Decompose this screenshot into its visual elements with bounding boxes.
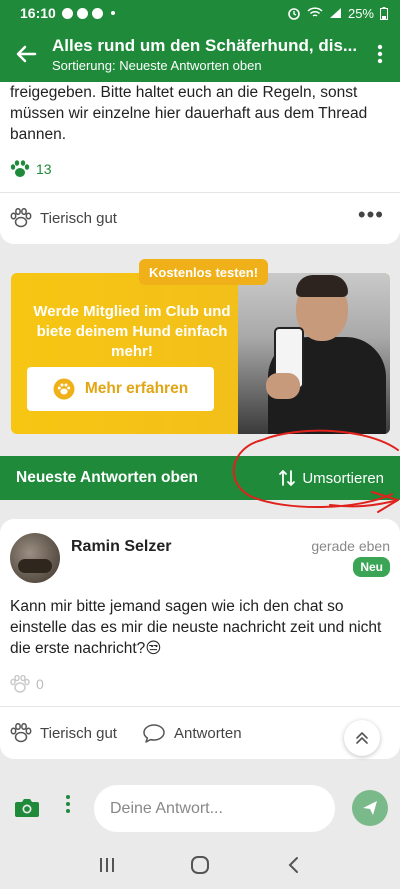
mehr-erfahren-label: Mehr erfahren (84, 380, 189, 397)
messenger-icon (61, 7, 73, 19)
kostenlos-testen-badge: Kostenlos testen! (139, 259, 269, 285)
paw-icon (10, 160, 30, 177)
ad-photo (238, 273, 390, 434)
tierisch-gut-label: Tierisch gut (40, 724, 117, 742)
sort-title: Neueste Antworten oben (16, 469, 198, 486)
recent-apps-icon (99, 857, 114, 872)
new-badge: Neu (353, 557, 390, 577)
status-bar: 16:10 25% (0, 0, 400, 26)
alarm-icon (288, 8, 300, 20)
double-chevron-up-icon (356, 732, 368, 744)
mehr-erfahren-button[interactable]: Mehr erfahren (27, 367, 214, 411)
previous-post-text: freigegeben. Bitte haltet euch an die Re… (10, 84, 368, 143)
home-icon (190, 855, 209, 874)
ad-photo-hand (266, 373, 300, 399)
attach-menu-button[interactable] (64, 795, 72, 813)
paw-outline-icon (10, 208, 32, 228)
reply-composer (0, 778, 400, 840)
recent-apps-button[interactable] (87, 845, 127, 885)
back-button[interactable] (0, 26, 52, 82)
speech-bubble-icon (143, 724, 165, 743)
ad-headline: Werde Mitglied im Club und biete deinem … (33, 303, 231, 360)
author-name[interactable]: Ramin Selzer (71, 538, 171, 556)
more-options-button[interactable]: ••• (358, 202, 384, 228)
status-time: 16:10 (20, 5, 56, 21)
sort-subtitle: Sortierung: Neueste Antworten oben (52, 57, 262, 73)
likes-count: 0 (36, 676, 44, 692)
back-nav-button[interactable] (273, 845, 313, 885)
arrow-left-icon (16, 45, 37, 63)
paw-likes[interactable]: 0 (10, 675, 44, 693)
battery-icon (380, 6, 388, 20)
more-notifications-icon (110, 11, 115, 15)
more-vertical-icon (377, 44, 383, 64)
divider (0, 192, 400, 193)
post-text: Kann mir bitte jemand sagen wie ich den … (10, 598, 382, 657)
antworten-button[interactable]: Antworten (142, 723, 242, 743)
send-icon (363, 801, 377, 815)
wifi-icon (307, 7, 323, 17)
paw-likes[interactable]: 13 (10, 160, 52, 178)
notification-icons (61, 7, 115, 19)
avatar[interactable] (10, 533, 60, 583)
camera-button[interactable] (14, 797, 40, 824)
ad-photo-hair (296, 275, 348, 297)
notification-icon (91, 7, 103, 19)
battery-level: 25% (347, 5, 374, 21)
umsortieren-label: Umsortieren (302, 469, 384, 487)
reply-input[interactable] (94, 785, 335, 832)
thread-title: Alles rund um den Schäferhund, dis... (52, 35, 358, 55)
post-time: gerade eben (311, 538, 390, 554)
system-nav-bar (0, 840, 400, 889)
paw-outline-icon (10, 723, 32, 743)
avatar-dog (18, 559, 52, 573)
tierisch-gut-button[interactable]: Tierisch gut (10, 208, 117, 228)
sort-arrows-icon (279, 470, 296, 486)
home-button[interactable] (180, 845, 220, 885)
camera-icon (15, 799, 39, 817)
tierisch-gut-button[interactable]: Tierisch gut (10, 723, 117, 743)
sort-bar: Neueste Antworten oben Umsortieren (0, 456, 400, 500)
paw-badge-icon (53, 378, 75, 400)
send-button[interactable] (352, 790, 388, 826)
paw-icon (10, 675, 30, 693)
divider (0, 706, 400, 707)
scroll-to-top-button[interactable] (344, 720, 380, 756)
umsortieren-button[interactable]: Umsortieren (278, 469, 384, 487)
antworten-label: Antworten (174, 724, 242, 742)
previous-post-card: freigegeben. Bitte haltet euch an die Re… (0, 82, 400, 244)
app-bar: Alles rund um den Schäferhund, dis... So… (0, 26, 400, 82)
tierisch-gut-label: Tierisch gut (40, 209, 117, 227)
chevron-left-icon (288, 856, 299, 873)
club-ad-banner[interactable]: Werde Mitglied im Club und biete deinem … (11, 273, 390, 434)
notification-icon (76, 7, 88, 19)
signal-icon (329, 8, 341, 18)
likes-count: 13 (36, 161, 52, 177)
overflow-menu-button[interactable] (360, 26, 400, 82)
post-card: Ramin Selzer gerade eben Neu Kann mir bi… (0, 519, 400, 759)
